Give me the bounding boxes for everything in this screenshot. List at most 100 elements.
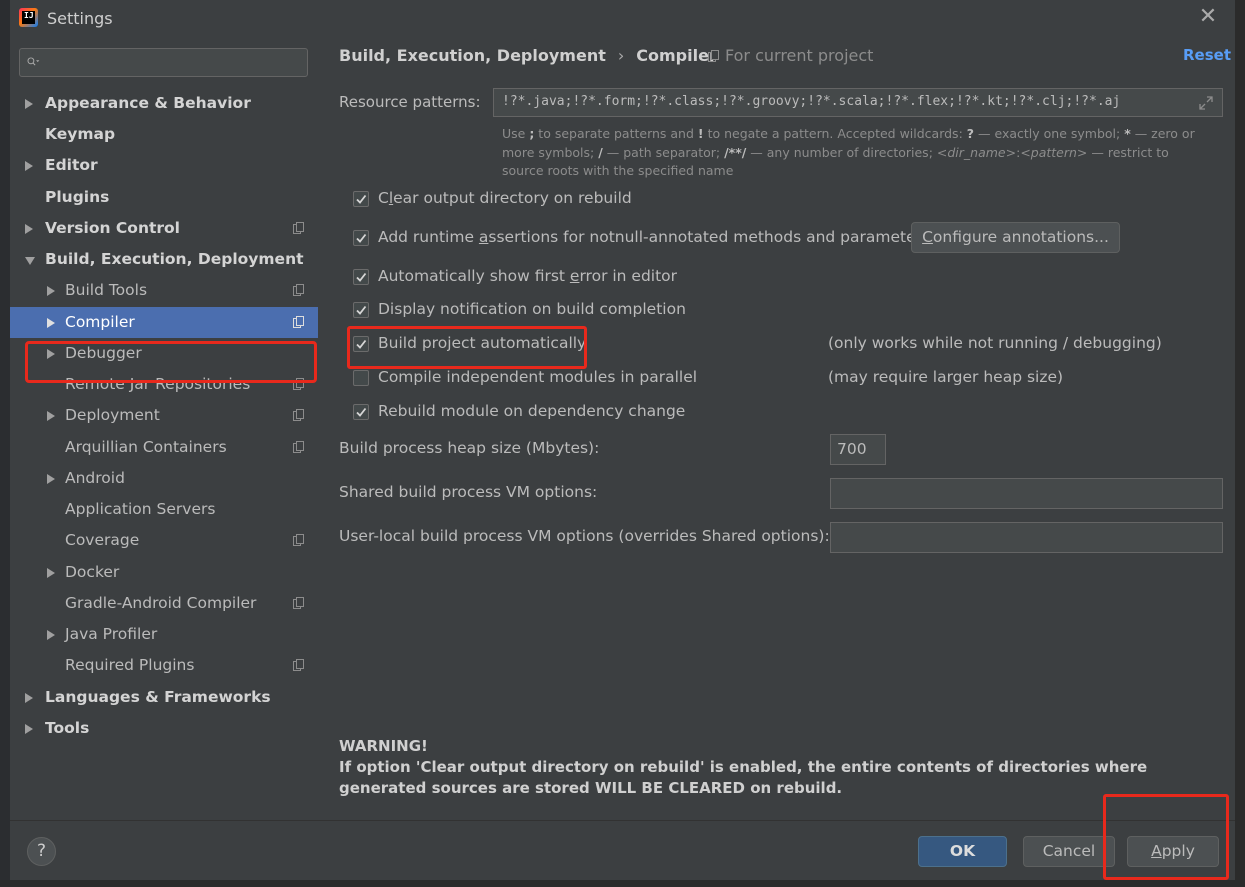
- checkbox-checked-icon[interactable]: [353, 230, 369, 246]
- project-scope-icon: [293, 659, 304, 671]
- sidebar-item-label: Debugger: [65, 344, 142, 362]
- warning-body: If option 'Clear output directory on reb…: [339, 758, 1148, 797]
- sidebar-item-label: Compiler: [65, 313, 135, 331]
- checkbox-checked-icon[interactable]: [353, 191, 369, 207]
- sidebar-item-build-tools[interactable]: Build Tools: [10, 275, 318, 306]
- heap-size-label: Build process heap size (Mbytes):: [339, 439, 600, 457]
- sidebar-item-gradle-android-compiler[interactable]: Gradle-Android Compiler: [10, 588, 318, 619]
- sidebar-item-label: Tools: [45, 719, 90, 737]
- sidebar-item-java-profiler[interactable]: Java Profiler: [10, 619, 318, 650]
- chevron-right-icon[interactable]: [47, 349, 55, 359]
- chevron-down-icon[interactable]: [25, 257, 35, 265]
- sidebar-item-compiler[interactable]: Compiler: [10, 307, 318, 338]
- sidebar-item-label: Android: [65, 469, 125, 487]
- sidebar-item-version-control[interactable]: Version Control: [10, 213, 318, 244]
- sidebar-item-label: Plugins: [45, 188, 110, 206]
- background-editor-bottom: [0, 880, 1245, 887]
- sidebar-item-debugger[interactable]: Debugger: [10, 338, 318, 369]
- checkbox-label: Clear output directory on rebuild: [378, 189, 632, 207]
- chevron-right-icon[interactable]: [25, 693, 33, 703]
- sidebar-item-docker[interactable]: Docker: [10, 557, 318, 588]
- checkbox-label: Compile independent modules in parallel: [378, 368, 698, 386]
- search-icon: [27, 57, 40, 66]
- close-icon[interactable]: ✕: [1197, 6, 1219, 28]
- chevron-right-icon[interactable]: [47, 474, 55, 484]
- sidebar-item-label: Languages & Frameworks: [45, 688, 271, 706]
- chevron-right-icon[interactable]: [47, 568, 55, 578]
- checkbox-label: Rebuild module on dependency change: [378, 402, 686, 420]
- chevron-right-icon[interactable]: [25, 99, 33, 109]
- sidebar-item-required-plugins[interactable]: Required Plugins: [10, 650, 318, 681]
- breadcrumb-parent: Build, Execution, Deployment: [339, 46, 606, 65]
- warning-message: WARNING! If option 'Clear output directo…: [339, 736, 1219, 799]
- chevron-right-icon[interactable]: [25, 161, 33, 171]
- sidebar-item-label: Gradle-Android Compiler: [65, 594, 257, 612]
- sidebar-item-appearance-and-behavior[interactable]: Appearance & Behavior: [10, 88, 318, 119]
- chevron-right-icon[interactable]: [47, 318, 55, 328]
- settings-search-input[interactable]: [19, 48, 308, 77]
- reset-link[interactable]: Reset: [1183, 46, 1231, 64]
- chevron-right-icon[interactable]: [47, 286, 55, 296]
- option-note: (may require larger heap size): [828, 368, 1064, 386]
- sidebar-item-editor[interactable]: Editor: [10, 150, 318, 181]
- chevron-right-icon[interactable]: [47, 630, 55, 640]
- sidebar-item-coverage[interactable]: Coverage: [10, 525, 318, 556]
- settings-sidebar: Appearance & Behavior Keymap Editor Plugins…: [10, 36, 318, 820]
- project-scope-icon: [293, 378, 304, 390]
- cancel-button[interactable]: Cancel: [1023, 836, 1115, 867]
- checkbox-checked-icon[interactable]: [353, 404, 369, 420]
- chevron-right-icon[interactable]: [25, 224, 33, 234]
- sidebar-item-arquillian-containers[interactable]: Arquillian Containers: [10, 432, 318, 463]
- settings-dialog: IJ Settings ✕ Appearance & Behavior Keyma…: [10, 0, 1235, 880]
- sidebar-item-languages-and-frameworks[interactable]: Languages & Frameworks: [10, 682, 318, 713]
- ok-button[interactable]: OK: [918, 836, 1007, 867]
- title-bar: IJ Settings ✕: [10, 0, 1235, 36]
- project-scope-icon: [708, 50, 719, 62]
- checkmark-icon: [356, 194, 367, 204]
- project-scope-icon: [293, 534, 304, 546]
- checkbox-checked-icon[interactable]: [353, 269, 369, 285]
- checkmark-icon: [356, 407, 367, 417]
- sidebar-item-label: Deployment: [65, 406, 160, 424]
- checkbox-checked-icon[interactable]: [353, 302, 369, 318]
- project-scope-icon: [293, 441, 304, 453]
- sidebar-item-label: Build, Execution, Deployment: [45, 250, 304, 268]
- sidebar-item-tools[interactable]: Tools: [10, 713, 318, 744]
- sidebar-item-keymap[interactable]: Keymap: [10, 119, 318, 150]
- chevron-right-icon[interactable]: [25, 724, 33, 734]
- heap-size-input[interactable]: 700: [830, 434, 886, 465]
- sidebar-item-plugins[interactable]: Plugins: [10, 182, 318, 213]
- compiler-settings-panel: Build, Execution, Deployment › Compiler Fo…: [318, 36, 1235, 820]
- shared-vm-options-input[interactable]: [830, 478, 1223, 509]
- expand-icon[interactable]: [1198, 95, 1214, 111]
- sidebar-item-label: Arquillian Containers: [65, 438, 227, 456]
- sidebar-item-build-execution-deployment[interactable]: Build, Execution, Deployment: [10, 244, 318, 275]
- resource-patterns-hint: Use ; to separate patterns and ! to nega…: [502, 126, 1195, 178]
- user-local-vm-options-input[interactable]: [830, 522, 1223, 553]
- project-scope-icon: [293, 316, 304, 328]
- sidebar-item-application-servers[interactable]: Application Servers: [10, 494, 318, 525]
- checkbox-checked-icon[interactable]: [353, 336, 369, 352]
- configure-annotations-button[interactable]: Configure annotations...: [911, 222, 1120, 253]
- chevron-right-icon[interactable]: [47, 411, 55, 421]
- sidebar-item-android[interactable]: Android: [10, 463, 318, 494]
- resource-patterns-label: Resource patterns:: [339, 93, 481, 111]
- sidebar-item-label: Required Plugins: [65, 656, 195, 674]
- sidebar-item-label: Docker: [65, 563, 120, 581]
- checkmark-icon: [356, 272, 367, 282]
- breadcrumb-separator: ›: [617, 46, 625, 65]
- help-button[interactable]: ?: [27, 837, 56, 866]
- checkbox-unchecked-icon[interactable]: [353, 370, 369, 386]
- scope-label: For current project: [725, 46, 874, 65]
- breadcrumb-current: Compiler: [636, 46, 717, 65]
- sidebar-item-deployment[interactable]: Deployment: [10, 400, 318, 431]
- sidebar-item-label: Application Servers: [65, 500, 216, 518]
- sidebar-item-remote-jar-repositories[interactable]: Remote Jar Repositories: [10, 369, 318, 400]
- resource-patterns-input[interactable]: !?*.java;!?*.form;!?*.class;!?*.groovy;!…: [493, 88, 1223, 117]
- checkbox-label: Build project automatically: [378, 334, 587, 352]
- sidebar-item-label: Remote Jar Repositories: [65, 375, 251, 393]
- sidebar-item-label: Version Control: [45, 219, 180, 237]
- sidebar-item-label: Build Tools: [65, 281, 148, 299]
- apply-button[interactable]: Apply: [1127, 836, 1219, 867]
- project-scope-icon: [293, 597, 304, 609]
